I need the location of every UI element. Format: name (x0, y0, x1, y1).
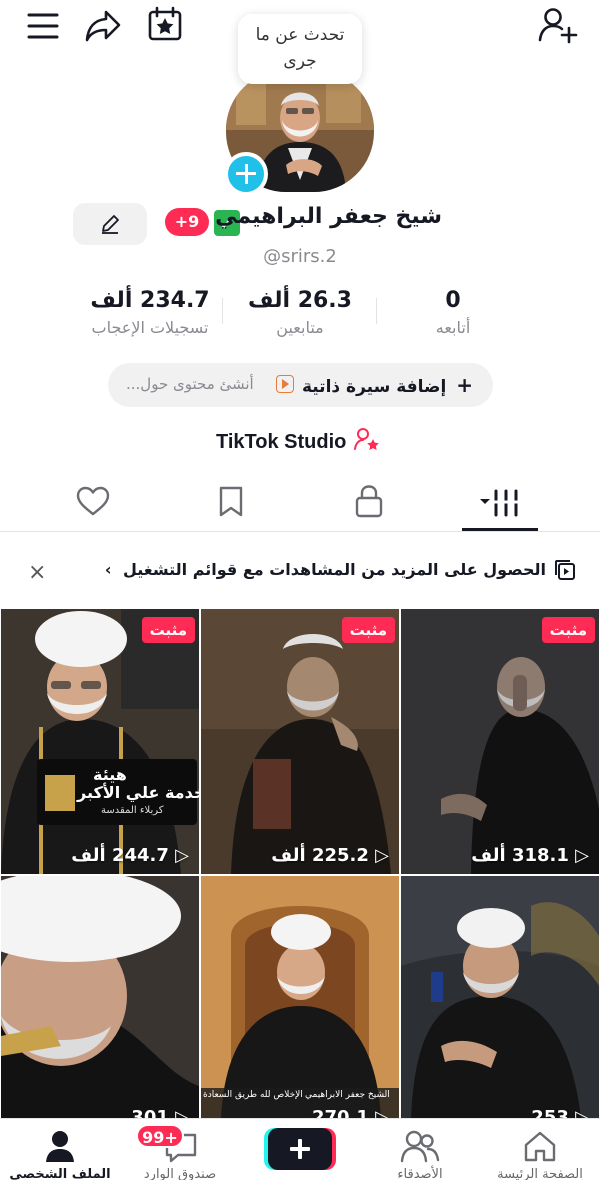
play-square-icon (276, 375, 294, 393)
home-icon (524, 1131, 556, 1162)
video-thumbnail[interactable]: مثبت ▷ 225.2 ألف (201, 609, 399, 874)
likes-count[interactable]: 234.7 ألف (80, 288, 220, 313)
chevron-right-icon: › (104, 560, 112, 579)
video-thumbnail[interactable]: الإخلاص لله طريق السعادة الشيخ جعفر الاب… (201, 876, 399, 1118)
tiktok-studio-label: TikTok Studio (216, 431, 347, 453)
pinned-badge: مثبت (141, 617, 195, 643)
share-icon[interactable] (84, 8, 122, 44)
nav-friends-label: الأصدقاء (397, 1167, 443, 1180)
play-icon: ▷ (575, 845, 589, 866)
following-label: أتابعه (435, 318, 471, 337)
status-bubble-text: تحدث عن ما جرى (255, 25, 345, 71)
profile-icon (46, 1131, 74, 1162)
following-count[interactable]: 0 (400, 288, 506, 313)
friends-icon (400, 1130, 440, 1163)
playlist-banner-label: الحصول على المزيد من المشاهدات مع قوائم … (122, 560, 546, 579)
view-count-value: 253 (531, 1107, 569, 1118)
add-bio-label: إضافة سيرة ذاتية (301, 377, 447, 397)
playlist-icon (555, 560, 575, 580)
view-count-value: 244.7 ألف (71, 845, 169, 866)
bookmark-icon[interactable] (218, 485, 244, 517)
nav-inbox-label: صندوق الوارد (143, 1167, 217, 1180)
video-frame (401, 876, 599, 1118)
play-icon: ▷ (175, 1107, 189, 1118)
menu-icon[interactable] (26, 12, 60, 40)
create-video-button[interactable] (268, 1128, 332, 1170)
nav-home-label: الصفحة الرئيسة (497, 1167, 583, 1180)
thumb-karbala: كربلاء المقدسة (101, 805, 164, 816)
calendar-star-icon[interactable] (147, 6, 183, 42)
thumb-khidma: خدمة علي الأكبر (77, 783, 199, 802)
thumb-caption-a: الإخلاص لله طريق السعادة (203, 1090, 303, 1100)
add-bio-pill[interactable]: + إضافة سيرة ذاتية · أنشئ محتوى حول... (108, 363, 493, 407)
edit-profile-button[interactable] (73, 203, 147, 245)
view-count-value: 318.1 ألف (471, 845, 569, 866)
profile-tabs (0, 470, 600, 532)
lock-icon[interactable] (354, 484, 384, 518)
profile-name: شيخ جعفر البراهيمي (215, 204, 442, 229)
play-icon: ▷ (375, 845, 389, 866)
video-thumbnail[interactable]: ▷ 301 (1, 876, 199, 1118)
close-banner-button[interactable]: × (28, 560, 46, 585)
followers-count[interactable]: 26.3 ألف (230, 288, 370, 313)
nav-profile[interactable]: الملف الشخصي (0, 1119, 120, 1180)
play-icon: ▷ (575, 1107, 589, 1118)
video-frame (201, 609, 399, 874)
thumb-hayaa: هيئة (93, 765, 127, 784)
play-icon: ▷ (375, 1107, 389, 1118)
view-count: ▷ 244.7 ألف (71, 845, 189, 866)
video-frame (1, 876, 199, 1118)
view-count-value: 225.2 ألف (271, 845, 369, 866)
stat-divider (222, 298, 223, 324)
active-tab-indicator (462, 528, 538, 531)
view-count-value: 301 (131, 1107, 169, 1118)
add-friend-icon[interactable] (538, 6, 578, 44)
plus-icon: + (456, 373, 473, 397)
notification-badge[interactable]: +9 (165, 208, 209, 236)
thumb-caption-b: الشيخ جعفر الابراهيمي (305, 1090, 390, 1100)
bio-separator: · (307, 375, 313, 394)
view-count: ▷ 225.2 ألف (271, 845, 389, 866)
view-count: ▷ 253 (531, 1107, 589, 1118)
view-count: ▷ 301 (131, 1107, 189, 1118)
status-bubble[interactable]: تحدث عن ما جرى (238, 14, 362, 84)
video-thumbnail[interactable]: مثبت ▷ 318.1 ألف (401, 609, 599, 874)
pinned-badge: مثبت (341, 617, 395, 643)
pencil-icon (102, 215, 119, 234)
video-thumbnail[interactable]: هيئة خدمة علي الأكبر كربلاء المقدسة مثبت… (1, 609, 199, 874)
nav-home[interactable]: الصفحة الرئيسة (480, 1119, 600, 1180)
view-count-value: 270.1 (311, 1107, 369, 1118)
playlist-banner-text: الحصول على المزيد من المشاهدات مع قوائم … (105, 560, 546, 579)
person-star-icon (353, 428, 379, 450)
add-bio-button[interactable]: + إضافة سيرة ذاتية (302, 373, 473, 397)
nav-friends[interactable]: الأصدقاء (360, 1119, 480, 1180)
add-avatar-button[interactable] (224, 152, 268, 196)
view-count: ▷ 318.1 ألف (471, 845, 589, 866)
video-frame (201, 876, 399, 1118)
profile-handle: @srirs.2 (263, 246, 337, 267)
nav-profile-label: الملف الشخصي (9, 1167, 111, 1180)
video-thumbnail[interactable]: ▷ 253 (401, 876, 599, 1118)
grid-videos-icon[interactable] (478, 488, 524, 518)
playlist-banner[interactable]: الحصول على المزيد من المشاهدات مع قوائم … (0, 540, 600, 602)
play-icon: ▷ (175, 845, 189, 866)
followers-label: متابعين (276, 318, 324, 337)
stat-divider (376, 298, 377, 324)
tiktok-studio-link[interactable]: TikTok Studio (216, 427, 380, 454)
view-count: ▷ 270.1 (312, 1107, 389, 1118)
inbox-badge: 99+ (136, 1124, 184, 1148)
video-frame (1, 609, 199, 874)
heart-icon[interactable] (76, 486, 110, 516)
pinned-badge: مثبت (541, 617, 595, 643)
likes-label: تسجيلات الإعجاب (91, 318, 209, 337)
create-content-prompt[interactable]: أنشئ محتوى حول... (126, 375, 254, 393)
video-frame (401, 609, 599, 874)
